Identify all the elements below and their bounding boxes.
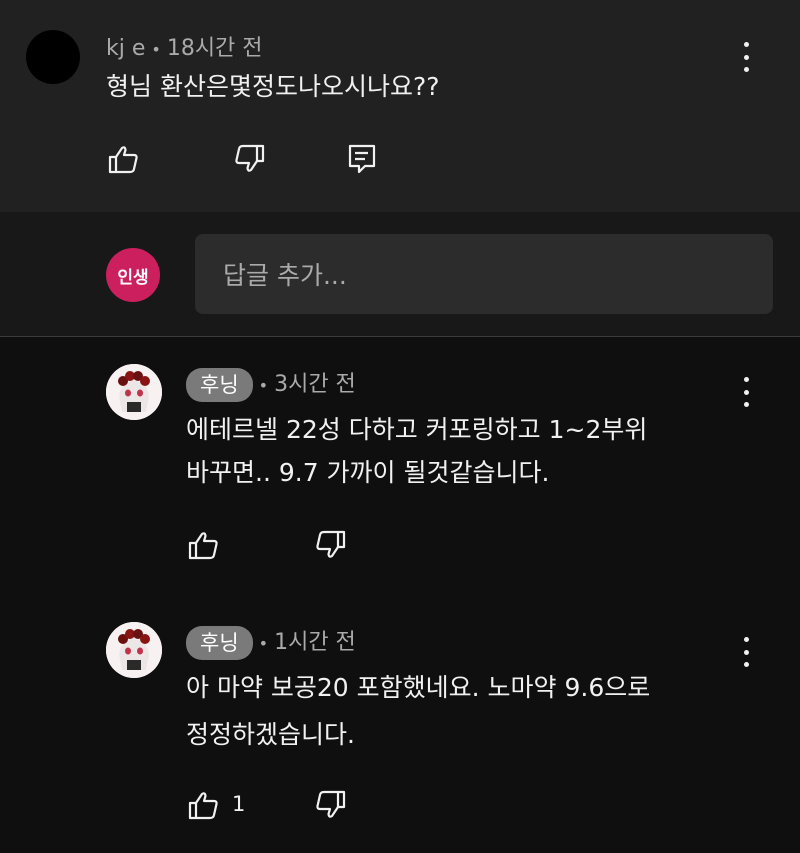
reply-text-line: 아 마약 보공20 포함했네요. 노마약 9.6으로 bbox=[186, 673, 651, 702]
more-vert-icon[interactable] bbox=[741, 42, 751, 72]
commenter-avatar[interactable] bbox=[26, 30, 80, 84]
comment-time: 18시간 전 bbox=[166, 36, 263, 61]
thumbs-down-icon[interactable] bbox=[313, 788, 347, 822]
thumbs-up-icon[interactable] bbox=[187, 788, 221, 822]
my-avatar[interactable]: 인생 bbox=[106, 248, 160, 302]
more-vert-icon[interactable] bbox=[741, 637, 751, 667]
reply-text-line: 정정하겠습니다. bbox=[186, 720, 355, 749]
thumbs-up-icon[interactable] bbox=[107, 142, 141, 176]
reply-avatar[interactable] bbox=[106, 364, 162, 420]
my-avatar-text: 인생 bbox=[117, 267, 149, 288]
reply-text-line: 바꾸면.. 9.7 가까이 될것같습니다. bbox=[186, 458, 550, 487]
reply-author-pill[interactable]: 후닝 bbox=[186, 368, 253, 402]
comment-author[interactable]: kj e bbox=[106, 36, 145, 61]
thumbs-down-icon[interactable] bbox=[232, 142, 266, 176]
comment-text: 형님 환산은몇정도나오시나요?? bbox=[106, 72, 440, 101]
reply-compose-bar: 인생 답글 추가... bbox=[0, 212, 800, 337]
thumbs-up-icon[interactable] bbox=[187, 528, 221, 562]
reply-author-pill[interactable]: 후닝 bbox=[186, 626, 253, 660]
meta-separator: • bbox=[151, 39, 161, 59]
reply-avatar[interactable] bbox=[106, 622, 162, 678]
reply-time: 3시간 전 bbox=[274, 372, 356, 397]
comments-page: kj e • 18시간 전 형님 환산은몇정도나오시나요?? 인생 답글 추가.… bbox=[0, 0, 800, 853]
reply-input[interactable]: 답글 추가... bbox=[195, 234, 773, 314]
meta-separator: • bbox=[258, 375, 269, 395]
meta-separator: • bbox=[258, 633, 269, 653]
like-count: 1 bbox=[232, 792, 246, 816]
reply-input-placeholder: 답글 추가... bbox=[223, 261, 347, 290]
comment-reply-icon[interactable] bbox=[345, 142, 379, 176]
parent-comment: kj e • 18시간 전 형님 환산은몇정도나오시나요?? bbox=[0, 0, 800, 212]
comment-meta: kj e • 18시간 전 bbox=[106, 30, 263, 62]
more-vert-icon[interactable] bbox=[741, 377, 751, 407]
reply-time: 1시간 전 bbox=[274, 630, 356, 655]
reply-meta: 후닝 • 3시간 전 bbox=[186, 366, 356, 402]
reply-meta: 후닝 • 1시간 전 bbox=[186, 624, 356, 660]
thumbs-down-icon[interactable] bbox=[313, 528, 347, 562]
